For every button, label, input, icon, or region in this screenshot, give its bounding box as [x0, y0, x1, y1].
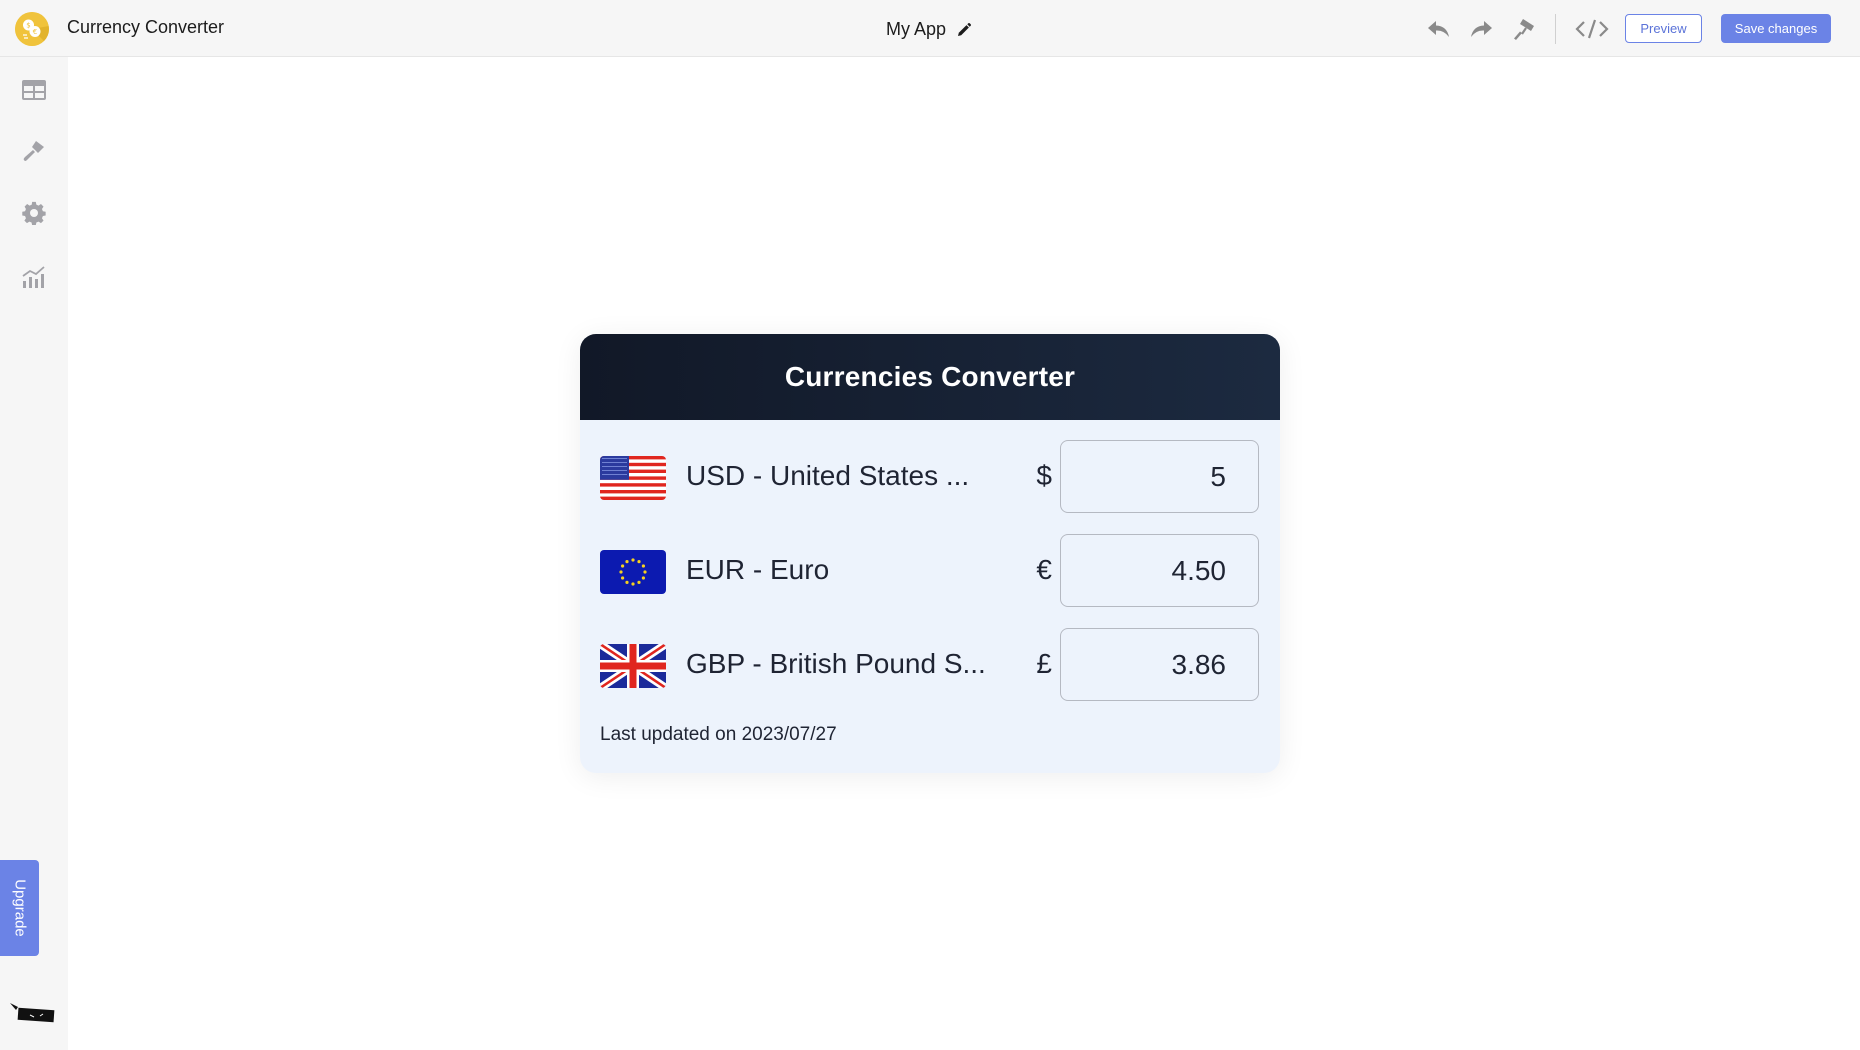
- currency-name: GBP - British Pound S...: [686, 648, 986, 679]
- code-icon[interactable]: [1575, 15, 1609, 43]
- save-changes-button[interactable]: Save changes: [1721, 14, 1831, 43]
- ninja-logo-icon: [10, 1003, 55, 1023]
- paintbrush-icon[interactable]: [21, 138, 47, 164]
- currency-symbol: £: [1036, 648, 1052, 679]
- toolbar-divider: [1555, 14, 1556, 44]
- analytics-icon[interactable]: [21, 264, 47, 290]
- project-title-text: My App: [886, 19, 947, 39]
- currency-row-eur: EUR - Euro €: [580, 534, 1280, 608]
- redo-icon[interactable]: [1467, 15, 1495, 43]
- currency-row-gbp: GBP - British Pound S... £: [580, 628, 1280, 702]
- eu-flag-icon: [600, 550, 666, 594]
- table-icon[interactable]: [21, 77, 47, 103]
- currency-row-usd: USD - United States ... $: [580, 440, 1280, 514]
- amount-input-usd[interactable]: [1060, 440, 1259, 513]
- widget-header: Currencies Converter: [580, 334, 1280, 420]
- currency-converter-widget: Currencies Converter USD - United States…: [580, 334, 1280, 773]
- currency-symbol: $: [1036, 460, 1052, 491]
- project-title[interactable]: My App: [886, 19, 972, 40]
- us-flag-icon: [600, 456, 666, 500]
- currency-symbol: €: [1036, 554, 1052, 585]
- last-updated-text: Last updated on 2023/07/27: [600, 724, 837, 745]
- pencil-icon[interactable]: [956, 22, 972, 38]
- preview-button[interactable]: Preview: [1625, 14, 1702, 43]
- upgrade-button[interactable]: Upgrade: [0, 860, 39, 956]
- top-bar: $ € Currency Converter My App Preview Sa…: [0, 0, 1860, 57]
- amount-input-gbp[interactable]: [1060, 628, 1259, 701]
- app-name: Currency Converter: [67, 17, 225, 37]
- gear-icon[interactable]: [21, 200, 47, 226]
- undo-icon[interactable]: [1425, 15, 1453, 43]
- paint-roller-icon[interactable]: [1510, 15, 1538, 43]
- svg-text:€: €: [33, 28, 37, 36]
- svg-text:$: $: [26, 22, 30, 30]
- uk-flag-icon: [600, 644, 666, 688]
- widget-title: Currencies Converter: [784, 361, 1076, 392]
- sidebar: Upgrade: [0, 57, 68, 1050]
- currency-coins-icon: $ €: [15, 12, 49, 46]
- currency-name: USD - United States ...: [686, 460, 970, 491]
- upgrade-label: Upgrade: [11, 879, 28, 937]
- amount-input-eur[interactable]: [1060, 534, 1259, 607]
- currency-name: EUR - Euro: [686, 554, 830, 585]
